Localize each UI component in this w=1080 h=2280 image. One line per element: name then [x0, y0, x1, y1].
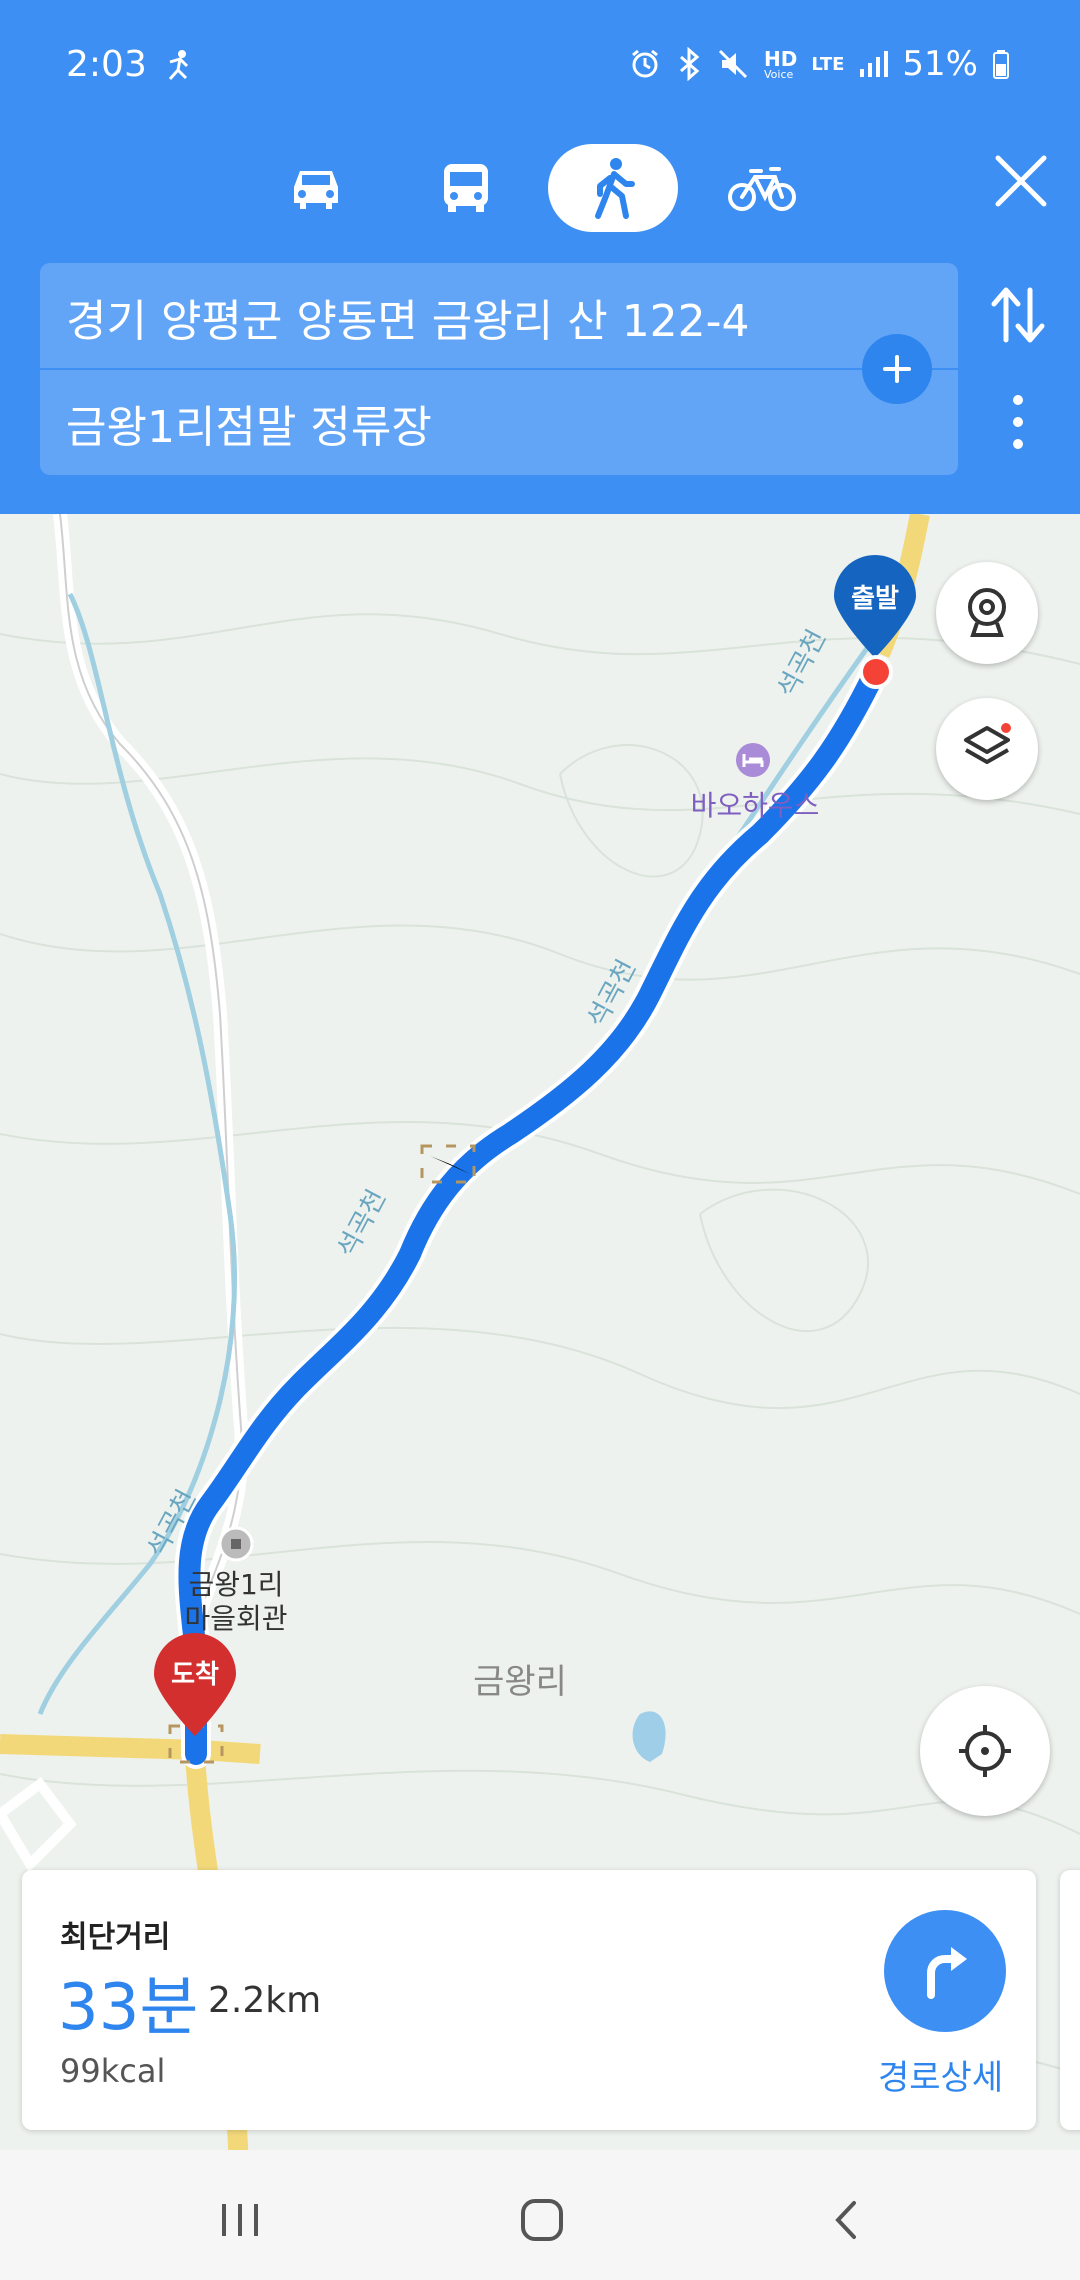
poi-village-hall[interactable]: 금왕1리 마을회관	[176, 1568, 296, 1636]
walk-icon	[595, 158, 635, 219]
town-hall-icon	[218, 1526, 254, 1562]
route-detail-button[interactable]	[884, 1910, 1006, 2032]
poi-village-hall-line1: 금왕1리	[188, 1568, 284, 1601]
car-icon	[294, 171, 338, 209]
mute-icon	[718, 49, 748, 79]
swap-icon[interactable]	[988, 280, 1048, 350]
lodging-icon	[736, 743, 770, 777]
add-waypoint-button[interactable]	[862, 334, 932, 404]
mode-bike-button[interactable]	[718, 144, 806, 232]
poi-village-hall-line2: 마을회관	[184, 1602, 288, 1635]
mode-car-button[interactable]	[272, 144, 360, 232]
route-type-label: 최단거리	[60, 1920, 171, 1955]
status-bar: 2:03 HD Voice LTE 51%	[0, 0, 1080, 130]
more-options-icon[interactable]	[1000, 392, 1036, 452]
layers-icon	[964, 723, 1011, 764]
close-icon[interactable]	[990, 150, 1052, 212]
system-nav-bar	[0, 2150, 1080, 2280]
route-distance: 2.2km	[208, 1980, 322, 2021]
running-icon	[168, 50, 189, 80]
route-summary-card[interactable]: 최단거리 33분 2.2km 99kcal 경로상세	[22, 1870, 1036, 2130]
crosshair-icon	[959, 1725, 1011, 1777]
start-pin[interactable]: 출발	[830, 554, 920, 664]
next-route-card[interactable]	[1060, 1870, 1080, 2130]
back-icon	[835, 2201, 856, 2239]
top-panel: 2:03 HD Voice LTE 51% 경기 양평군 양동면 금왕리 산 1…	[0, 0, 1080, 514]
home-icon	[521, 2199, 563, 2241]
route-duration: 33분	[58, 1971, 199, 2045]
area-label: 금왕리	[473, 1662, 567, 1702]
terrain-contours	[0, 613, 1080, 2075]
battery-percent: 51%	[902, 44, 978, 84]
alarm-icon	[632, 49, 658, 78]
bus-icon	[444, 164, 488, 212]
origin-field[interactable]: 경기 양평군 양동면 금왕리 산 122-4	[66, 285, 750, 349]
route-calories: 99kcal	[60, 2052, 166, 2090]
bike-icon	[728, 167, 796, 211]
turn-right-icon	[927, 1947, 967, 1999]
recent-apps-button[interactable]	[200, 2180, 280, 2260]
mode-walk-button[interactable]	[548, 144, 678, 232]
lte-indicator: LTE	[811, 53, 845, 75]
field-divider	[40, 368, 958, 370]
poi-baohouse[interactable]: 바오하우스	[680, 784, 830, 824]
destination-field[interactable]: 금왕1리점말 정류장	[66, 391, 432, 455]
route-detail-label[interactable]: 경로상세	[878, 2050, 1003, 2099]
start-point-icon	[859, 655, 893, 689]
street-view-icon	[968, 588, 1006, 637]
battery-icon	[993, 50, 1009, 79]
end-pin[interactable]: 도착	[150, 1632, 240, 1742]
map-layers-button[interactable]	[936, 698, 1038, 800]
signal-icon	[860, 51, 889, 77]
back-button[interactable]	[806, 2180, 886, 2260]
hd-voice-indicator: HD Voice	[764, 46, 798, 81]
recent-apps-icon	[222, 2204, 258, 2236]
route-fields: 경기 양평군 양동면 금왕리 산 122-4 금왕1리점말 정류장	[40, 263, 958, 475]
transport-mode-bar	[0, 140, 1080, 236]
current-location-button[interactable]	[920, 1686, 1050, 1816]
status-time: 2:03	[66, 44, 147, 85]
home-button[interactable]	[502, 2180, 582, 2260]
plus-icon	[883, 355, 911, 383]
start-pin-label: 출발	[851, 584, 899, 614]
end-pin-label: 도착	[171, 1660, 219, 1690]
mode-transit-button[interactable]	[422, 144, 510, 232]
street-view-button[interactable]	[936, 562, 1038, 664]
bluetooth-icon	[680, 47, 700, 81]
